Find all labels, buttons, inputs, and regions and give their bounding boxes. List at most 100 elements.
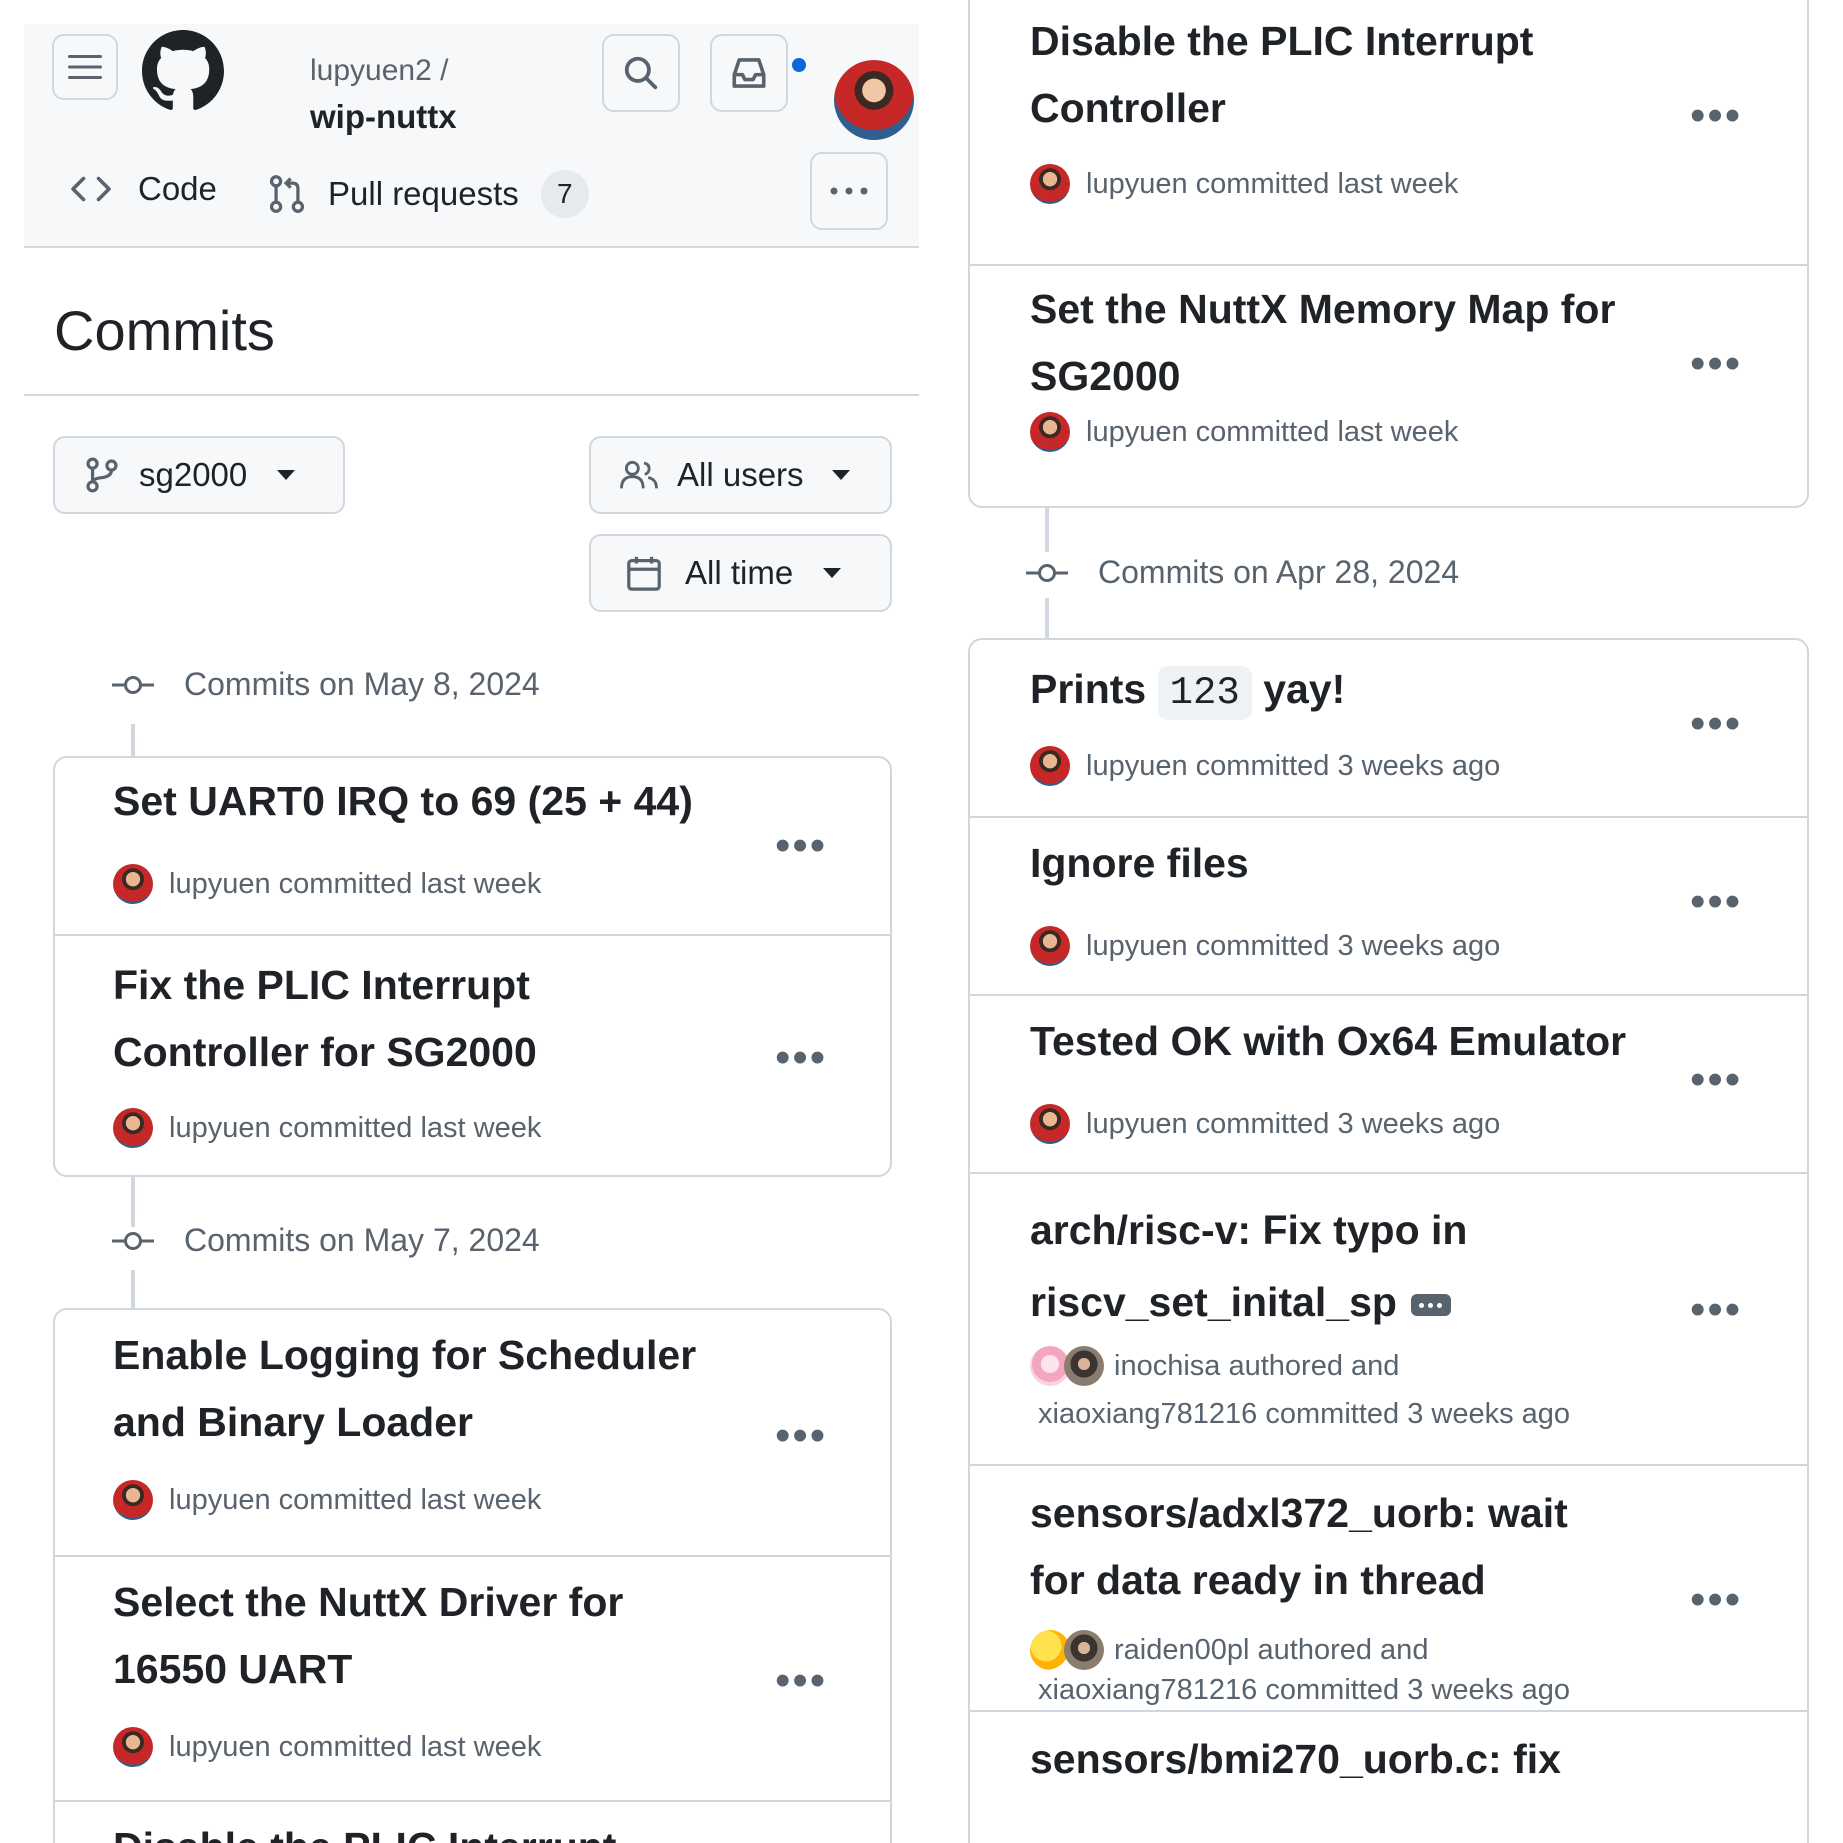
commit-title[interactable]: Disable the PLIC Interrupt Controller [1030,8,1533,142]
commit-more-button[interactable]: ••• [775,1414,827,1458]
commit-row[interactable]: sensors/bmi270_uorb.c: fix [970,1710,1807,1843]
commit-more-button[interactable]: ••• [1690,1288,1742,1332]
date-group-header: Commits on May 7, 2024 [112,1222,540,1259]
expand-description-button[interactable] [1410,1294,1451,1317]
author-avatar[interactable] [113,1108,153,1148]
git-commit-icon [112,675,154,694]
menu-button[interactable] [52,34,118,100]
commit-list: Prints 123 yay! lupyuen committed 3 week… [968,638,1809,1843]
commit-row[interactable]: Set the NuttX Memory Map for SG2000 lupyu… [970,264,1807,506]
author-link[interactable]: lupyuen [1086,1108,1188,1141]
author-link[interactable]: lupyuen [169,1484,271,1517]
commit-row[interactable]: Enable Logging for Scheduler and Binary L… [55,1310,890,1555]
commit-row[interactable]: Disable the PLIC Interrupt [55,1800,890,1843]
commit-more-button[interactable]: ••• [1690,1578,1742,1622]
tab-code[interactable]: Code [70,170,217,208]
users-selector[interactable]: All users [589,436,892,514]
author-avatar[interactable] [1030,412,1070,452]
commit-title[interactable]: Disable the PLIC Interrupt [113,1814,616,1843]
commit-row[interactable]: arch/risc-v: Fix typo in riscv_set_inital… [970,1172,1807,1464]
commit-row[interactable]: Select the NuttX Driver for 16550 UART lu… [55,1555,890,1800]
commit-row[interactable]: Fix the PLIC Interrupt Controller for SG2… [55,934,890,1175]
committer-avatar[interactable] [1064,1630,1104,1670]
commit-more-button[interactable]: ••• [775,1036,827,1080]
commit-title[interactable]: Ignore files [1030,830,1249,897]
chevron-down-icon [831,470,850,480]
commit-title[interactable]: Fix the PLIC Interrupt Controller for SG2… [113,952,537,1086]
commit-title[interactable]: Set UART0 IRQ to 69 (25 + 44) [113,768,693,835]
commit-title-text: yay! [1263,666,1346,712]
author-link[interactable]: lupyuen [169,1112,271,1145]
commit-more-button[interactable]: ••• [1690,880,1742,924]
commit-title-line: Controller [1030,85,1226,131]
left-panel: lupyuen2 / wip-nuttx Code Pull requests … [0,0,920,1843]
author-avatar[interactable] [1030,926,1070,966]
committer-avatar[interactable] [1064,1346,1104,1386]
commit-title[interactable]: Tested OK with Ox64 Emulator [1030,1008,1626,1075]
author-avatar[interactable] [113,1480,153,1520]
commit-row[interactable]: Tested OK with Ox64 Emulator lupyuen com… [970,994,1807,1172]
commit-meta: xiaoxiang781216 committed 3 weeks ago [1038,1398,1570,1431]
commit-title[interactable]: Prints 123 yay! [1030,656,1345,723]
chevron-down-icon [823,568,842,578]
author-avatar[interactable] [1030,164,1070,204]
commit-meta: lupyuen committed last week [113,864,541,904]
commit-title[interactable]: Enable Logging for Scheduler and Binary L… [113,1322,696,1456]
commit-meta-text: committed 3 weeks ago [1195,929,1501,962]
more-nav-button[interactable] [810,152,888,230]
commit-title-line: arch/risc-v: Fix typo in [1030,1207,1468,1253]
commit-meta: lupyuen committed last week [1030,412,1458,452]
commit-more-button[interactable]: ••• [1690,342,1742,386]
github-logo-icon[interactable] [142,30,224,112]
inbox-button[interactable] [710,34,788,112]
author-avatar[interactable] [1030,1104,1070,1144]
commit-title[interactable]: sensors/bmi270_uorb.c: fix [1030,1726,1561,1793]
repo-owner-link[interactable]: lupyuen2 / [310,54,448,88]
search-button[interactable] [602,34,680,112]
commit-row[interactable]: Ignore files lupyuen committed 3 weeks a… [970,816,1807,994]
commit-title[interactable]: arch/risc-v: Fix typo in riscv_set_inital… [1030,1194,1467,1338]
git-branch-icon [86,457,118,493]
time-selector[interactable]: All time [589,534,892,612]
commit-more-button[interactable]: ••• [775,1659,827,1703]
users-selector-label: All users [677,456,804,493]
author-avatar[interactable] [113,864,153,904]
tab-pull-requests[interactable]: Pull requests 7 [268,170,589,218]
author-link[interactable]: lupyuen [169,868,271,901]
commit-more-button[interactable]: ••• [1690,1058,1742,1102]
user-avatar[interactable] [834,60,914,140]
commit-list: Enable Logging for Scheduler and Binary L… [53,1308,892,1843]
commit-row[interactable]: sensors/adxl372_uorb: wait for data ready… [970,1464,1807,1710]
commit-more-button[interactable]: ••• [1690,94,1742,138]
commit-title[interactable]: Set the NuttX Memory Map for SG2000 [1030,276,1615,410]
commit-meta-text: committed last week [1195,415,1459,448]
committer-link[interactable]: xiaoxiang781216 [1038,1398,1257,1431]
page-title: Commits [54,299,275,362]
commit-title[interactable]: sensors/adxl372_uorb: wait for data ready… [1030,1480,1568,1614]
committer-link[interactable]: xiaoxiang781216 [1038,1674,1257,1707]
author-avatar[interactable] [1030,746,1070,786]
commit-meta-text: authored and [1257,1633,1429,1666]
author-link[interactable]: lupyuen [1086,416,1188,449]
date-group-header: Commits on May 8, 2024 [112,666,540,703]
author-link[interactable]: lupyuen [1086,168,1188,201]
branch-selector[interactable]: sg2000 [53,436,345,514]
author-link[interactable]: lupyuen [1086,930,1188,963]
commit-more-button[interactable]: ••• [775,824,827,868]
commit-title[interactable]: Select the NuttX Driver for 16550 UART [113,1569,623,1703]
repo-header: lupyuen2 / wip-nuttx Code Pull requests … [24,24,919,248]
notification-dot [790,56,808,74]
commit-title-line: Set the NuttX Memory Map for [1030,286,1616,332]
commit-row[interactable]: Set UART0 IRQ to 69 (25 + 44) lupyuen co… [55,758,890,934]
commit-row[interactable]: Prints 123 yay! lupyuen committed 3 week… [970,640,1807,816]
timeline-line [131,1270,135,1310]
author-avatar[interactable] [113,1727,153,1767]
commit-more-button[interactable]: ••• [1690,702,1742,746]
author-link[interactable]: lupyuen [1086,750,1188,783]
author-link[interactable]: inochisa [1114,1350,1220,1383]
author-link[interactable]: lupyuen [169,1731,271,1764]
author-link[interactable]: raiden00pl [1114,1634,1249,1667]
commit-row[interactable]: Disable the PLIC Interrupt Controller lup… [970,0,1807,264]
commit-meta-text: committed last week [278,1483,542,1516]
repo-name-link[interactable]: wip-nuttx [310,98,457,136]
